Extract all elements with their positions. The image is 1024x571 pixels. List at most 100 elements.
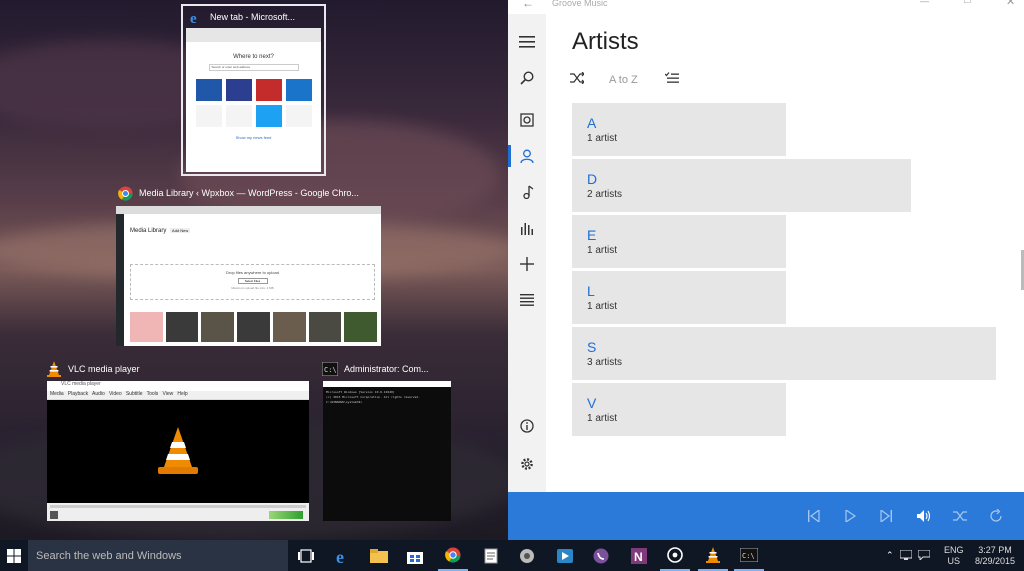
artist-group-e[interactable]: E 1 artist xyxy=(572,215,786,268)
windows-logo-icon xyxy=(7,548,21,563)
groove-window-title: Groove Music xyxy=(552,0,608,8)
multi-select-icon[interactable] xyxy=(664,72,679,87)
network-icon[interactable] xyxy=(899,549,913,562)
minimize-icon[interactable]: — xyxy=(920,0,929,6)
chrome-icon xyxy=(117,185,133,201)
previous-icon[interactable] xyxy=(804,506,824,526)
group-count: 1 artist xyxy=(587,133,618,144)
cmd-console: Microsoft Windows [Version 10.0.10240] (… xyxy=(323,387,451,521)
window-title-edge[interactable]: e New tab - Microsoft... xyxy=(188,9,295,25)
maximize-icon[interactable]: □ xyxy=(964,0,971,6)
start-button[interactable] xyxy=(0,540,28,571)
vlc-menu-bar: Media Playback Audio Video Subtitle Tool… xyxy=(47,391,309,400)
settings-icon[interactable] xyxy=(508,446,546,482)
next-icon[interactable] xyxy=(876,506,896,526)
vlc-video-area xyxy=(47,400,309,503)
edge-top-sites xyxy=(192,79,315,127)
svg-text:N: N xyxy=(634,550,643,564)
group-letter: D xyxy=(587,171,598,187)
app-icon[interactable] xyxy=(512,540,542,571)
shuffle-icon[interactable] xyxy=(570,71,585,87)
group-count: 3 artists xyxy=(587,357,623,368)
artist-group-d[interactable]: D 2 artists xyxy=(572,159,911,212)
groove-icon[interactable] xyxy=(660,540,690,571)
chrome-icon[interactable] xyxy=(438,540,468,571)
albums-icon[interactable] xyxy=(508,102,546,138)
info-icon[interactable] xyxy=(508,408,546,444)
songs-icon[interactable] xyxy=(508,174,546,210)
edge-prompt: Where to next? xyxy=(233,54,274,60)
cmd-icon: C:\ xyxy=(322,361,338,377)
window-title-text: New tab - Microsoft... xyxy=(210,12,296,22)
edge-icon[interactable]: e xyxy=(328,540,358,571)
vlc-controls[interactable] xyxy=(47,503,309,521)
window-title-cmd[interactable]: C:\ Administrator: Com... xyxy=(322,361,429,377)
chevron-up-icon[interactable]: ⌃ xyxy=(886,550,894,561)
vlc-cone-icon xyxy=(158,426,198,474)
play-icon[interactable] xyxy=(840,506,860,526)
new-playlist-icon[interactable] xyxy=(508,246,546,282)
artist-group-l[interactable]: L 1 artist xyxy=(572,271,786,324)
hamburger-icon[interactable] xyxy=(508,24,546,60)
playlists-icon[interactable] xyxy=(508,282,546,318)
back-arrow-icon[interactable]: ← xyxy=(522,0,534,10)
group-letter: S xyxy=(587,339,597,355)
artist-group-v[interactable]: V 1 artist xyxy=(572,383,786,436)
svg-text:e: e xyxy=(336,547,344,565)
edge-search-box: Search or enter web address xyxy=(208,64,299,71)
window-thumbnail-edge[interactable]: Where to next? Search or enter web addre… xyxy=(186,28,321,172)
group-count: 1 artist xyxy=(587,245,618,256)
search-input[interactable]: Search the web and Windows xyxy=(28,540,288,571)
groove-music-window: ← Groove Music — □ ✕ Artists A to Z A 1 … xyxy=(508,0,1024,540)
window-title-text: Administrator: Com... xyxy=(344,364,429,374)
wp-page-heading: Media Library Add New xyxy=(130,228,191,234)
window-title-chrome[interactable]: Media Library ‹ Wpxbox — WordPress - Goo… xyxy=(117,185,359,201)
window-thumbnail-cmd[interactable]: Microsoft Windows [Version 10.0.10240] (… xyxy=(323,381,451,521)
close-icon[interactable]: ✕ xyxy=(1006,0,1015,8)
group-letter: A xyxy=(587,115,597,131)
cmd-icon[interactable]: C:\ xyxy=(734,540,764,571)
vlc-icon xyxy=(46,361,62,377)
wp-media-grid xyxy=(130,312,378,342)
edge-tab-bar xyxy=(186,28,321,42)
group-letter: L xyxy=(587,283,595,299)
chrome-address-bar xyxy=(116,206,381,214)
group-count: 2 artists xyxy=(587,189,623,200)
file-explorer-icon[interactable] xyxy=(364,540,394,571)
edge-news-link: Show my news feed xyxy=(235,135,272,140)
artist-group-s[interactable]: S 3 artists xyxy=(572,327,996,380)
group-letter: E xyxy=(587,227,597,243)
window-title-vlc[interactable]: VLC media player xyxy=(46,361,140,377)
store-icon[interactable] xyxy=(400,540,430,571)
player-controls-bar xyxy=(508,492,1024,540)
shuffle-icon[interactable] xyxy=(950,506,970,526)
now-playing-icon[interactable] xyxy=(508,210,546,246)
volume-icon[interactable] xyxy=(914,506,934,526)
taskbar: Search the web and Windows e N C:\ ⌃ ENG… xyxy=(0,540,1024,571)
page-title: Artists xyxy=(572,28,639,55)
notepad-icon[interactable] xyxy=(476,540,506,571)
sort-dropdown[interactable]: A to Z xyxy=(609,74,638,86)
svg-text:e: e xyxy=(190,11,197,25)
groove-nav-rail xyxy=(508,14,546,492)
artist-group-a[interactable]: A 1 artist xyxy=(572,103,786,156)
svg-text:C:\: C:\ xyxy=(324,366,337,374)
viber-icon[interactable] xyxy=(586,540,616,571)
language-indicator[interactable]: ENG US xyxy=(944,540,964,571)
media-icon[interactable] xyxy=(550,540,580,571)
window-thumbnail-chrome[interactable]: Media Library Add New Drop files anywher… xyxy=(116,206,381,346)
onenote-icon[interactable]: N xyxy=(624,540,654,571)
vlc-icon[interactable] xyxy=(698,540,728,571)
task-view-icon[interactable] xyxy=(291,540,321,571)
group-count: 1 artist xyxy=(587,413,618,424)
clock[interactable]: 3:27 PM 8/29/2015 xyxy=(975,540,1015,571)
window-thumbnail-vlc[interactable]: VLC media player Media Playback Audio Vi… xyxy=(47,381,309,521)
wp-upload-dropzone: Drop files anywhere to upload Select Fil… xyxy=(130,264,375,300)
repeat-icon[interactable] xyxy=(986,506,1006,526)
wp-admin-sidebar xyxy=(116,214,124,346)
group-count: 1 artist xyxy=(587,301,618,312)
edge-icon: e xyxy=(188,9,204,25)
notification-icon[interactable] xyxy=(917,549,931,562)
search-icon[interactable] xyxy=(508,60,546,96)
artists-icon[interactable] xyxy=(508,138,546,174)
